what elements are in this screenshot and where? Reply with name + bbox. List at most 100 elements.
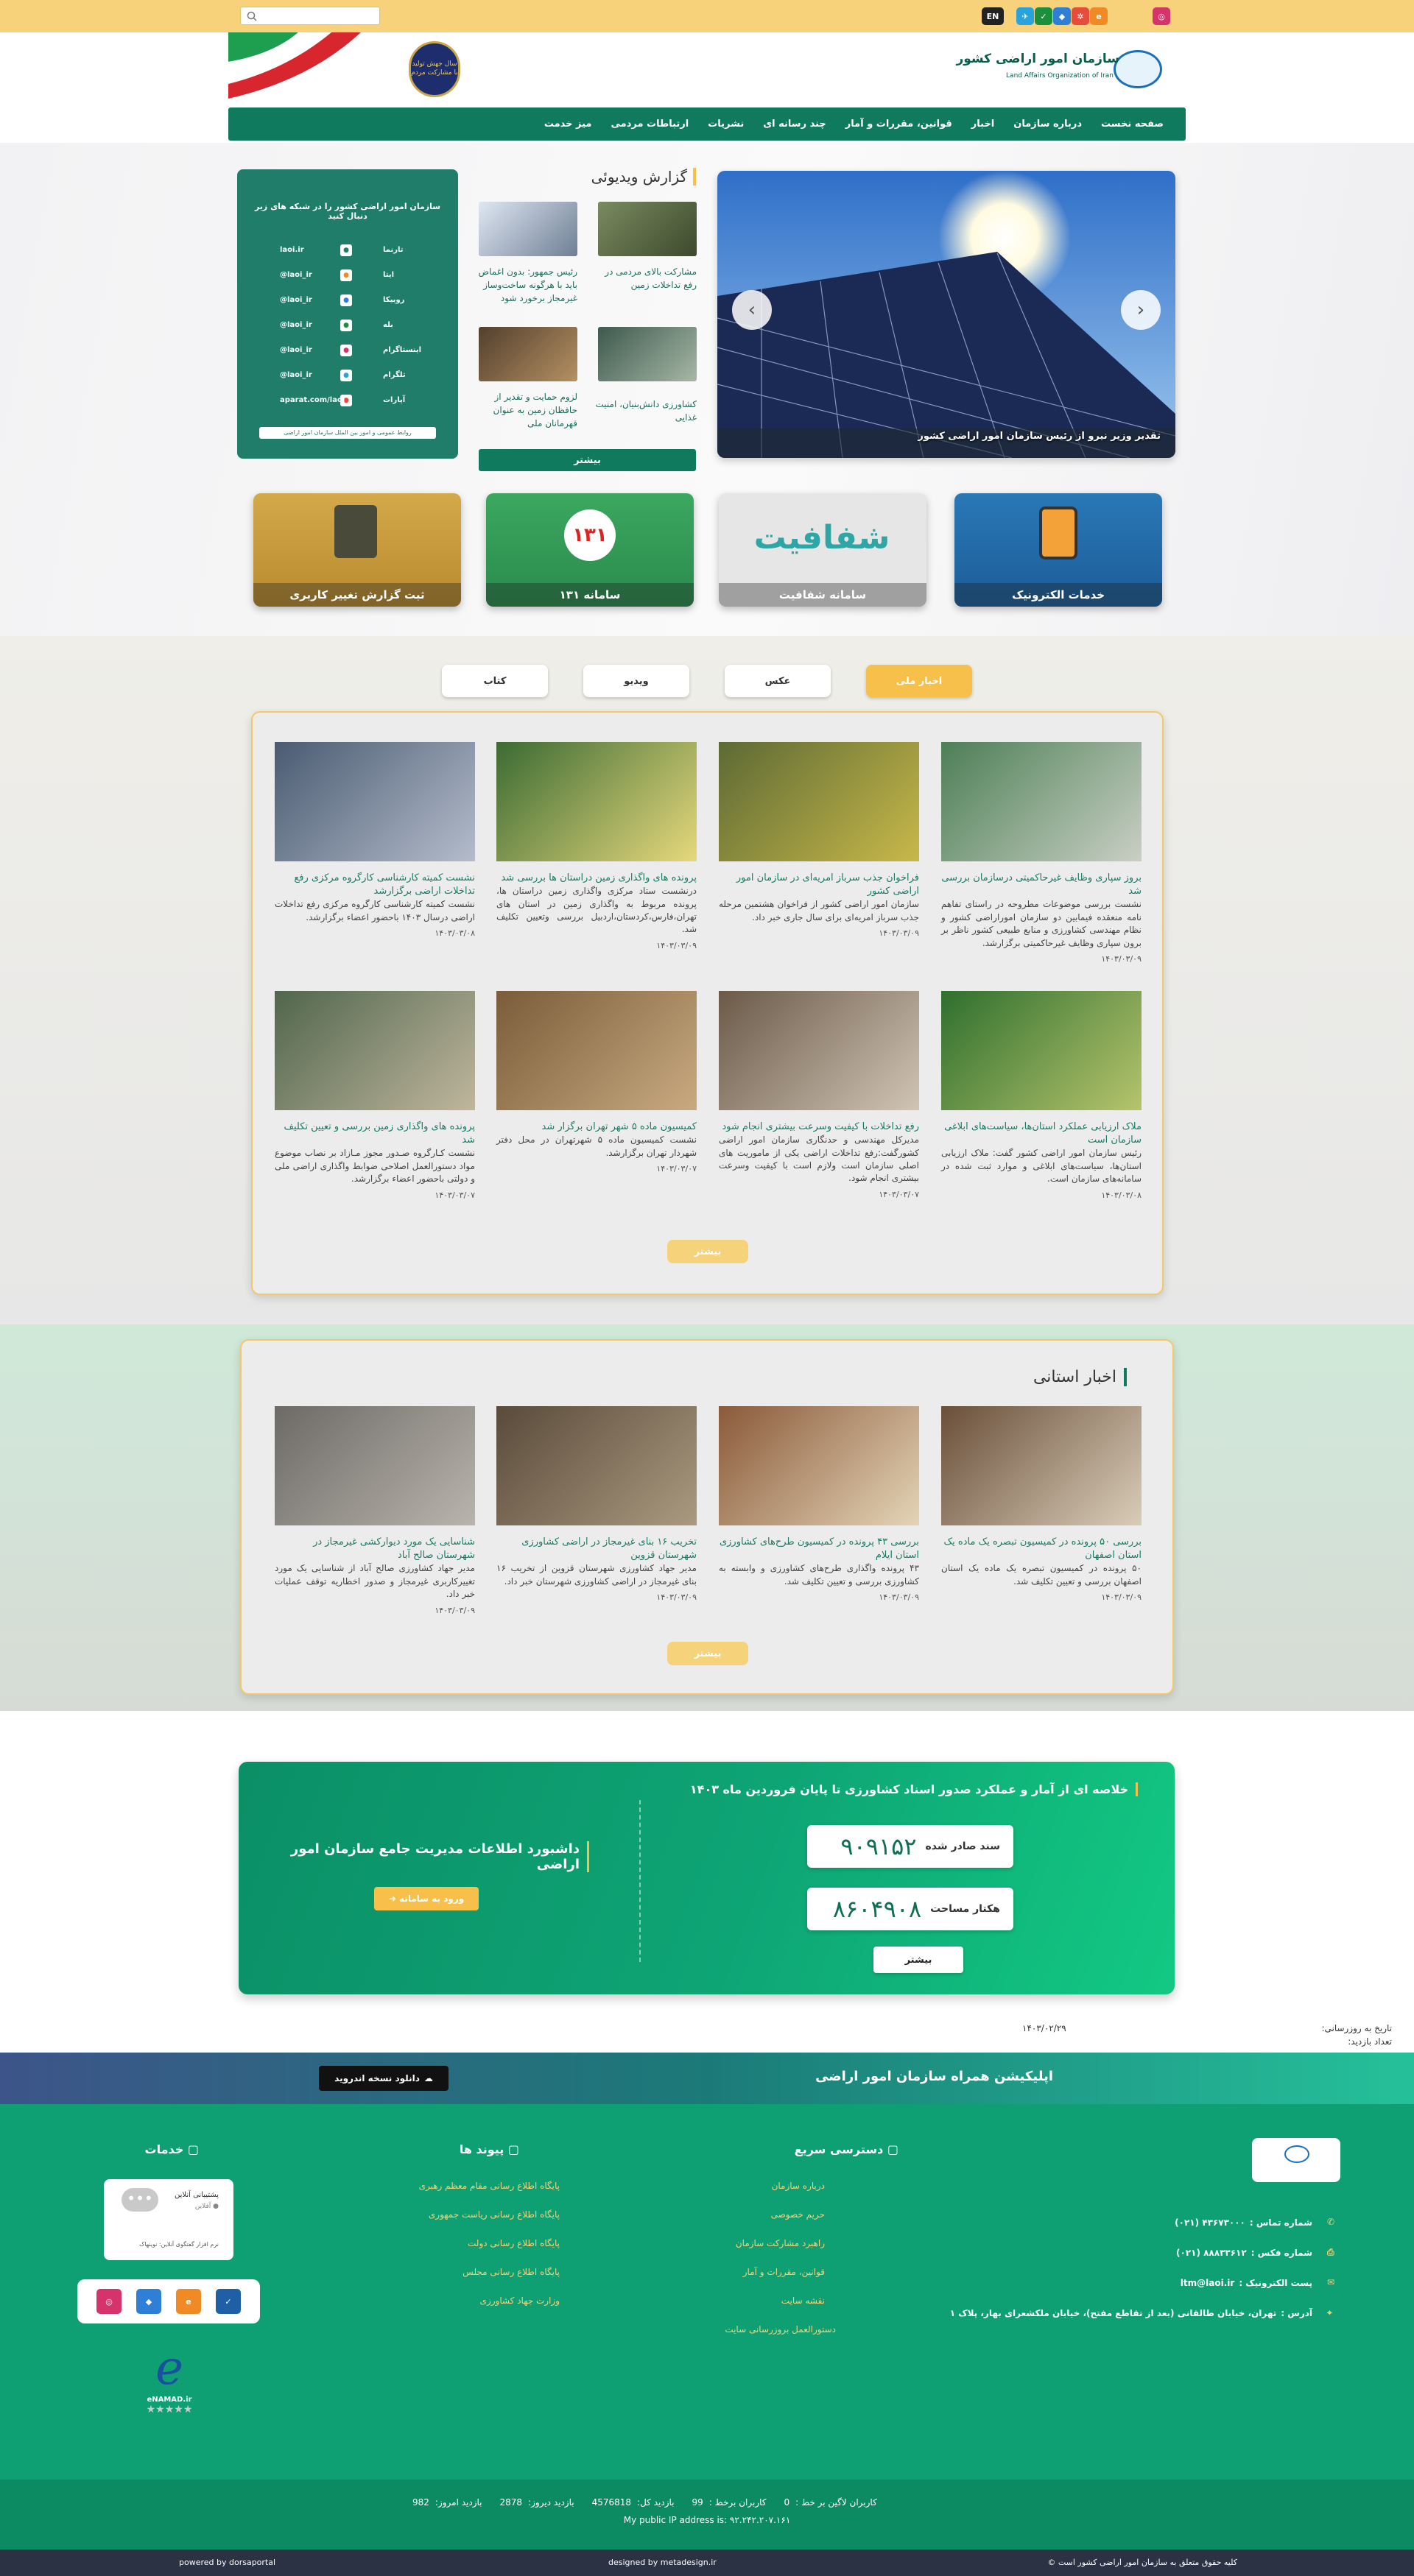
- video-title-2[interactable]: رئیس جمهور: بدون اغماض باید با هرگونه سا…: [476, 265, 577, 305]
- news-image[interactable]: [496, 991, 697, 1110]
- quick-link-3[interactable]: قوانین، مقررات و آمار: [743, 2267, 825, 2277]
- slider-prev-button[interactable]: ‹: [732, 290, 772, 330]
- news-image[interactable]: [941, 742, 1142, 861]
- eitaa-icon[interactable]: e: [1090, 7, 1108, 25]
- news-card[interactable]: فراخوان جذب سرباز امریه‌ای در سازمان امو…: [719, 742, 919, 938]
- news-card[interactable]: رفع تداخلات با کیفیت وسرعت بیشتری انجام …: [719, 991, 919, 1199]
- provincial-title[interactable]: بررسی ۵۰ پرونده در کمیسیون تبصره یک ماده…: [941, 1536, 1142, 1562]
- social-handle-6[interactable]: aparat.com/laoi: [280, 396, 345, 404]
- nav-home[interactable]: صفحه نخست: [1101, 119, 1164, 130]
- news-title[interactable]: فراخوان جذب سرباز امریه‌ای در سازمان امو…: [719, 872, 919, 898]
- nav-service-desk[interactable]: میز خدمت: [544, 119, 592, 130]
- slider-caption[interactable]: تقدیر وزیر نیرو از رئیس سازمان امور اراض…: [918, 431, 1161, 442]
- news-image[interactable]: [275, 991, 475, 1110]
- quick-link-0[interactable]: درباره سازمان: [772, 2181, 825, 2191]
- tile-transparency[interactable]: شفافیت سامانه شفافیت: [719, 493, 926, 607]
- footer-link-4[interactable]: وزارت جهاد کشاورزی: [480, 2296, 560, 2306]
- social-2-icon[interactable]: ●: [340, 294, 352, 306]
- tab-photo[interactable]: عکس: [725, 665, 831, 697]
- provincial-image[interactable]: [275, 1406, 475, 1525]
- news-image[interactable]: [496, 742, 697, 861]
- news-card[interactable]: پرونده های واگذاری زمین بررسی و تعیین تک…: [275, 991, 475, 1200]
- telegram-icon[interactable]: ✈: [1016, 7, 1034, 25]
- tile-131[interactable]: ۱۳۱ سامانه ۱۳۱: [486, 493, 694, 607]
- social-0-icon[interactable]: ●: [340, 244, 352, 256]
- org-logo-icon[interactable]: [1114, 50, 1162, 88]
- news-title[interactable]: پرونده های واگذاری زمین دراستان ها بررسی…: [496, 872, 697, 885]
- eitaa-icon[interactable]: e: [176, 2289, 201, 2314]
- provincial-title[interactable]: تخریب ۱۶ بنای غیرمجاز در اراضی کشاورزی ش…: [496, 1536, 697, 1562]
- footer-link-0[interactable]: پایگاه اطلاع رسانی مقام معظم رهبری: [419, 2181, 560, 2191]
- search-input[interactable]: [240, 7, 380, 25]
- enamad-badge[interactable]: e eNAMAD.ir ★★★★★: [133, 2341, 206, 2422]
- nav-about[interactable]: درباره سازمان: [1013, 119, 1082, 130]
- provincial-card[interactable]: بررسی ۵۰ پرونده در کمیسیون تبصره یک ماده…: [941, 1406, 1142, 1602]
- quick-link-4[interactable]: نقشه سایت: [781, 2296, 825, 2306]
- video-thumb-2[interactable]: [479, 202, 577, 256]
- social-handle-5[interactable]: @laoi_ir: [280, 371, 312, 379]
- news-title[interactable]: ملاک ارزیابی عملکرد استان‌ها، سیاست‌های …: [941, 1121, 1142, 1147]
- provincial-title[interactable]: بررسی ۴۳ پرونده در کمیسیون طرح‌های کشاور…: [719, 1536, 919, 1562]
- android-download-button[interactable]: ☁ دانلود نسخه اندروید: [319, 2066, 449, 2091]
- dashboard-login-button[interactable]: ورود به سامانه ➜: [374, 1887, 479, 1910]
- rubika-icon[interactable]: ◆: [1053, 7, 1071, 25]
- news-more-button[interactable]: بیشتر: [667, 1240, 748, 1263]
- social-handle-4[interactable]: @laoi_ir: [280, 346, 312, 354]
- footer-link-1[interactable]: پایگاه اطلاع رسانی ریاست جمهوری: [429, 2209, 560, 2220]
- powered-by-link[interactable]: powered by dorsaportal: [179, 2558, 275, 2567]
- nav-laws[interactable]: قوانین، مقررات و آمار: [845, 119, 952, 130]
- news-card[interactable]: بروز سپاری وظایف غیرحاکمیتی درسازمان برر…: [941, 742, 1142, 964]
- tab-national-news[interactable]: اخبار ملی: [866, 665, 972, 697]
- contact-row-2[interactable]: پست الکترونیک : ltm@laoi.ir: [1181, 2278, 1312, 2288]
- footer-link-2[interactable]: پایگاه اطلاع رسانی دولت: [468, 2238, 560, 2248]
- tab-book[interactable]: کتاب: [442, 665, 548, 697]
- news-card[interactable]: نشست کمیته کارشناسی کارگروه مرکزی رفع تد…: [275, 742, 475, 938]
- instagram-icon[interactable]: ◎: [1153, 7, 1170, 25]
- video-title-4[interactable]: لزوم حمایت و تقدیر از حافظان زمین به عنو…: [476, 390, 577, 430]
- online-support-widget[interactable]: ••• پشتیبانی آنلاین ● آفلاین نرم افزار گ…: [104, 2179, 233, 2260]
- provincial-title[interactable]: شناسایی یک مورد دیوارکشی غیرمجاز در شهرس…: [275, 1536, 475, 1562]
- news-card[interactable]: ملاک ارزیابی عملکرد استان‌ها، سیاست‌های …: [941, 991, 1142, 1200]
- bale-icon[interactable]: ✓: [216, 2289, 241, 2314]
- video-thumb-3[interactable]: [598, 327, 697, 381]
- news-image[interactable]: [941, 991, 1142, 1110]
- provincial-image[interactable]: [941, 1406, 1142, 1525]
- designed-by-link[interactable]: designed by metadesign.ir: [608, 2558, 717, 2567]
- slider-next-button[interactable]: ›: [1121, 290, 1161, 330]
- provincial-more-button[interactable]: بیشتر: [667, 1642, 748, 1665]
- social-3-icon[interactable]: ●: [340, 320, 352, 331]
- social-4-icon[interactable]: ●: [340, 345, 352, 356]
- video-title-1[interactable]: مشارکت بالای مردمی در رفع تداخلات زمین: [595, 265, 697, 292]
- instagram-icon[interactable]: ◎: [96, 2289, 122, 2314]
- tile-e-services[interactable]: خدمات الکترونیک: [954, 493, 1162, 607]
- bale-icon[interactable]: ✓: [1035, 7, 1052, 25]
- tile-land-change-report[interactable]: ثبت گزارش تغییر کاربری: [253, 493, 461, 607]
- news-title[interactable]: بروز سپاری وظایف غیرحاکمیتی درسازمان برر…: [941, 872, 1142, 898]
- footer-link-3[interactable]: پایگاه اطلاع رسانی مجلس: [462, 2267, 560, 2277]
- stats-more-button[interactable]: بیشتر: [873, 1947, 963, 1973]
- quick-link-2[interactable]: راهبرد مشارکت سازمان: [736, 2238, 825, 2248]
- video-thumb-4[interactable]: [479, 327, 577, 381]
- social-5-icon[interactable]: ●: [340, 370, 352, 381]
- nav-news[interactable]: اخبار: [971, 119, 995, 130]
- rubika-icon[interactable]: ◆: [136, 2289, 161, 2314]
- news-title[interactable]: کمیسیون ماده ۵ شهر تهران برگزار شد: [496, 1121, 697, 1134]
- tab-video[interactable]: ویدیو: [583, 665, 689, 697]
- video-title-3[interactable]: کشاورزی دانش‌بنیان، امنیت غذایی: [595, 398, 697, 424]
- footer-logo[interactable]: [1252, 2138, 1340, 2182]
- quick-link-5[interactable]: دستورالعمل بروزرسانی سایت: [725, 2324, 836, 2335]
- quick-link-1[interactable]: حریم خصوصی: [771, 2209, 825, 2220]
- provincial-image[interactable]: [496, 1406, 697, 1525]
- news-title[interactable]: رفع تداخلات با کیفیت وسرعت بیشتری انجام …: [719, 1121, 919, 1134]
- nav-public-relations[interactable]: ارتباطات مردمی: [611, 119, 689, 130]
- news-card[interactable]: پرونده های واگذاری زمین دراستان ها بررسی…: [496, 742, 697, 950]
- social-handle-3[interactable]: @laoi_ir: [280, 321, 312, 329]
- news-slider[interactable]: ‹ › تقدیر وزیر نیرو از رئیس سازمان امور …: [717, 171, 1175, 458]
- provincial-image[interactable]: [719, 1406, 919, 1525]
- video-thumb-1[interactable]: [598, 202, 697, 256]
- aparat-icon[interactable]: ✲: [1072, 7, 1089, 25]
- social-1-icon[interactable]: ●: [340, 269, 352, 281]
- nav-publications[interactable]: نشریات: [708, 119, 744, 130]
- news-card[interactable]: کمیسیون ماده ۵ شهر تهران برگزار شد نشست ک…: [496, 991, 697, 1174]
- news-image[interactable]: [719, 742, 919, 861]
